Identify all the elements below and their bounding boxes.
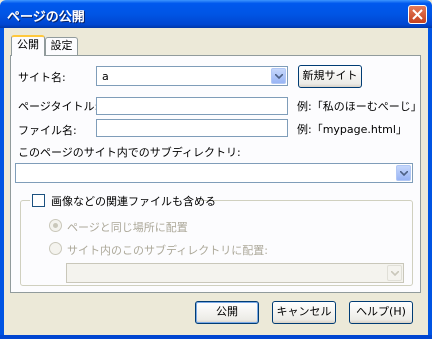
- subdirectory-select[interactable]: [15, 163, 413, 183]
- subdirectory-label: このページのサイト内でのサブディレクトリ:: [18, 146, 241, 159]
- tab-settings[interactable]: 設定: [45, 37, 78, 55]
- tab-settings-label: 設定: [50, 39, 73, 52]
- radio-same-location-label: ページと同じ場所に配置: [67, 221, 188, 234]
- radio-subdirectory[interactable]: [49, 242, 62, 255]
- radio-same-location[interactable]: [49, 219, 62, 232]
- window-frame-left: [0, 28, 4, 339]
- chevron-down-icon: [400, 171, 408, 176]
- new-site-button[interactable]: 新規サイト: [298, 65, 362, 88]
- site-name-value: a: [102, 70, 109, 83]
- site-name-label: サイト名:: [18, 71, 66, 84]
- tab-publish[interactable]: 公開: [11, 35, 45, 56]
- include-related-label: 画像などの関連ファイルも含める: [51, 195, 216, 208]
- radio-subdirectory-label: サイト内のこのサブディレクトリに配置:: [67, 244, 268, 257]
- window-frame-right: [428, 28, 432, 339]
- chevron-down-icon: [391, 271, 399, 276]
- page-title-input[interactable]: [96, 97, 288, 115]
- window-frame-bottom: [0, 335, 432, 339]
- close-button[interactable]: [408, 5, 427, 24]
- close-icon: [412, 9, 423, 20]
- file-name-example: 例:「mypage.html」: [297, 123, 407, 136]
- include-related-checkbox[interactable]: [32, 194, 45, 207]
- site-name-dropdown-button[interactable]: [271, 68, 286, 84]
- chevron-down-icon: [275, 74, 283, 79]
- page-title-label: ページタイトル:: [18, 100, 99, 113]
- file-name-label: ファイル名:: [18, 124, 77, 137]
- publish-button[interactable]: 公開: [195, 301, 259, 324]
- related-subdirectory-dropdown-button[interactable]: [387, 265, 402, 281]
- related-files-legend: 画像などの関連ファイルも含める: [30, 192, 216, 208]
- cancel-button[interactable]: キャンセル: [272, 301, 336, 324]
- file-name-input[interactable]: [96, 119, 288, 137]
- page-title-example: 例:「私のほーむぺーじ」: [297, 100, 422, 113]
- site-name-select[interactable]: a: [96, 66, 288, 86]
- tab-publish-label: 公開: [17, 38, 39, 51]
- help-button[interactable]: ヘルプ(H): [349, 301, 413, 324]
- related-subdirectory-select[interactable]: [66, 263, 404, 283]
- title-bar: ページの公開: [0, 0, 432, 28]
- window-title: ページの公開: [7, 10, 85, 25]
- subdirectory-dropdown-button[interactable]: [396, 165, 411, 181]
